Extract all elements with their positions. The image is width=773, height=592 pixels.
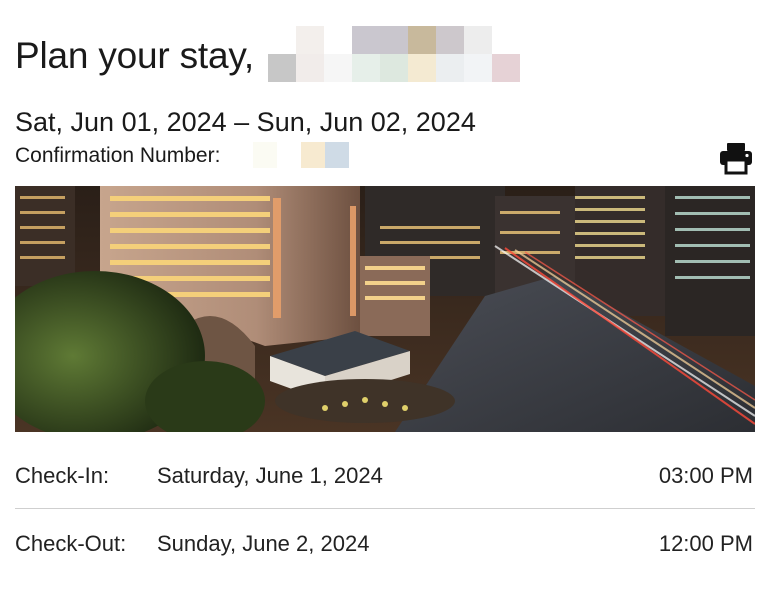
check-out-row: Check-Out: Sunday, June 2, 2024 12:00 PM xyxy=(15,529,755,559)
hotel-photo xyxy=(15,186,755,432)
page-title: Plan your stay, xyxy=(15,35,254,76)
check-in-date: Saturday, June 1, 2024 xyxy=(157,463,383,488)
check-out-label: Check-Out: xyxy=(15,531,127,556)
confirmation-number-label: Confirmation Number: xyxy=(15,144,221,167)
title-row: Plan your stay, xyxy=(15,34,254,78)
check-out-time: 12:00 PM xyxy=(658,531,753,556)
check-in-label: Check-In: xyxy=(15,463,110,488)
redacted-guest-name xyxy=(268,26,520,82)
stay-date-range: Sat, Jun 01, 2024 – Sun, Jun 02, 2024 xyxy=(15,107,476,137)
print-button[interactable] xyxy=(718,140,754,176)
redacted-confirmation-number xyxy=(253,142,349,168)
check-out-date: Sunday, June 2, 2024 xyxy=(157,531,370,556)
check-in-time: 03:00 PM xyxy=(658,463,753,488)
divider xyxy=(15,508,755,509)
check-in-row: Check-In: Saturday, June 1, 2024 03:00 P… xyxy=(15,461,755,491)
printer-icon xyxy=(720,143,752,175)
